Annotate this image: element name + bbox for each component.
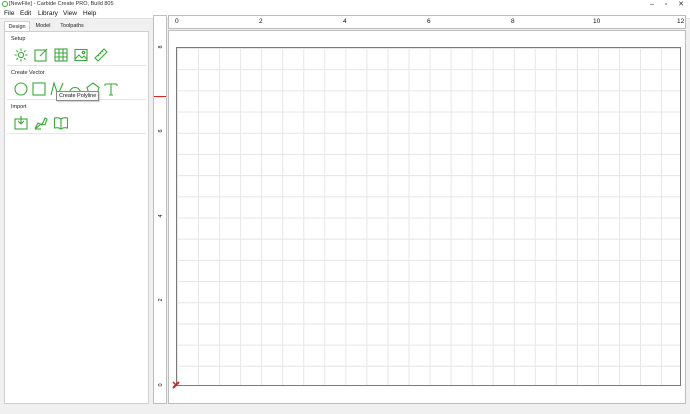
tooltip-create-polyline: Create Polyline: [56, 91, 100, 101]
hruler-label: 12: [677, 18, 685, 25]
hruler-label: 0: [175, 18, 179, 25]
import-svg-icon[interactable]: [13, 115, 29, 131]
vector-library-icon[interactable]: [53, 115, 69, 131]
job-setup-icon[interactable]: [13, 47, 29, 63]
title-bar: [NewFile] - Carbide Create PRO, Build 80…: [0, 0, 690, 9]
edit-icon[interactable]: [33, 47, 49, 63]
menu-library[interactable]: Library: [38, 9, 58, 19]
close-button[interactable]: ✕: [675, 0, 687, 9]
minimize-button[interactable]: –: [646, 0, 658, 9]
design-panel: Design Model Toolpaths Setup Create Vect…: [4, 20, 149, 404]
rectangle-icon[interactable]: [31, 81, 47, 97]
menu-file[interactable]: File: [4, 9, 14, 19]
origin-icon: [172, 381, 180, 389]
measure-icon[interactable]: [93, 47, 109, 63]
hruler-label: 8: [511, 18, 515, 25]
hruler-label: 2: [259, 18, 263, 25]
section-title-import: Import: [11, 104, 27, 110]
hruler-label: 10: [593, 18, 601, 25]
vruler-label: 4: [158, 214, 164, 218]
grid-icon[interactable]: [53, 47, 69, 63]
maximize-button[interactable]: ▫: [660, 0, 672, 9]
workpiece-grid[interactable]: [176, 47, 681, 386]
circle-icon[interactable]: [13, 81, 29, 97]
image-icon[interactable]: [73, 47, 89, 63]
hruler-label: 4: [343, 18, 347, 25]
menu-view[interactable]: View: [63, 9, 77, 19]
vruler-label: 8: [158, 45, 164, 49]
vruler-label: 2: [158, 298, 164, 302]
vertical-ruler: 8 6 4 2 0: [153, 15, 167, 404]
import-dxf-icon[interactable]: [33, 115, 49, 131]
window-title: [NewFile] - Carbide Create PRO, Build 80…: [9, 1, 114, 7]
hruler-label: 6: [427, 18, 431, 25]
menu-help[interactable]: Help: [83, 9, 96, 19]
section-title-create-vector: Create Vector: [11, 70, 45, 76]
panel-tabs: Design Model Toolpaths: [4, 20, 149, 31]
design-canvas[interactable]: [168, 30, 686, 404]
horizontal-ruler: 0 2 4 6 8 10 12: [168, 15, 686, 29]
vruler-label: 6: [158, 129, 164, 133]
vruler-label: 0: [158, 383, 164, 387]
app-icon: [2, 1, 8, 7]
tab-toolpaths[interactable]: Toolpaths: [56, 21, 88, 31]
tab-design[interactable]: Design: [4, 21, 30, 31]
menu-edit[interactable]: Edit: [20, 9, 31, 19]
cursor-position-marker: [154, 96, 166, 97]
panel-body: Setup Create Vector Import: [4, 31, 149, 404]
section-import: Import: [7, 103, 146, 134]
section-title-setup: Setup: [11, 36, 26, 42]
text-icon[interactable]: [103, 81, 119, 97]
section-setup: Setup: [7, 35, 146, 66]
tab-model[interactable]: Model: [32, 21, 54, 31]
